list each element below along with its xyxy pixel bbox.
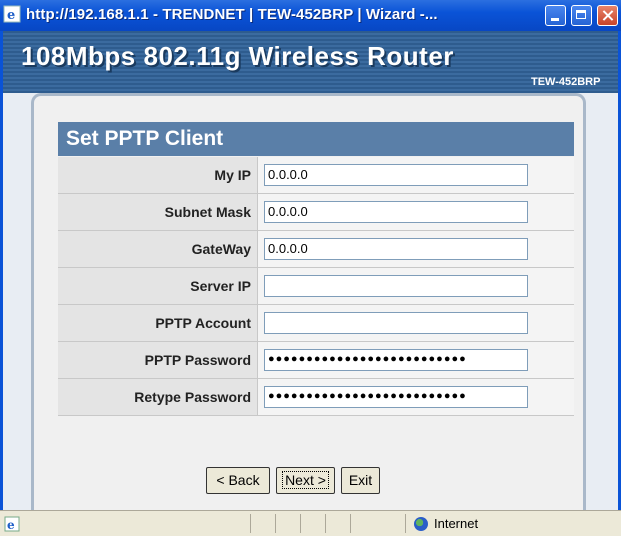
- page-icon: e: [4, 516, 20, 532]
- subnet-mask-input[interactable]: 0.0.0.0: [264, 201, 528, 223]
- next-button-label: Next >: [282, 471, 329, 489]
- form-row-subnet-mask: Subnet Mask 0.0.0.0: [58, 194, 574, 231]
- product-title: 108Mbps 802.11g Wireless Router: [21, 41, 454, 71]
- window-title: http://192.168.1.1 - TRENDNET | TEW-452B…: [26, 6, 438, 23]
- svg-text:e: e: [7, 8, 15, 23]
- status-divider: [350, 514, 351, 533]
- server-ip-label: Server IP: [58, 268, 258, 304]
- form-row-my-ip: My IP 0.0.0.0: [58, 157, 574, 194]
- retype-password-input[interactable]: ●●●●●●●●●●●●●●●●●●●●●●●●●●: [264, 386, 528, 408]
- router-header-banner: 108Mbps 802.11g Wireless Router TEW-452B…: [3, 31, 618, 93]
- status-divider: [250, 514, 251, 533]
- form-row-retype-password: Retype Password ●●●●●●●●●●●●●●●●●●●●●●●●…: [58, 379, 574, 416]
- close-button[interactable]: [597, 5, 618, 26]
- status-divider: [300, 514, 301, 533]
- pptp-password-label: PPTP Password: [58, 342, 258, 378]
- section-title: Set PPTP Client: [66, 127, 224, 150]
- back-button[interactable]: < Back: [206, 467, 270, 494]
- pptp-form: My IP 0.0.0.0 Subnet Mask 0.0.0.0 GateWa…: [58, 157, 574, 416]
- internet-explorer-icon: e: [3, 5, 21, 23]
- status-divider: [325, 514, 326, 533]
- svg-text:e: e: [7, 518, 15, 532]
- maximize-button[interactable]: [571, 5, 592, 26]
- minimize-button[interactable]: [545, 5, 566, 26]
- server-ip-input[interactable]: [264, 275, 528, 297]
- window-titlebar: e http://192.168.1.1 - TRENDNET | TEW-45…: [0, 0, 621, 31]
- model-label: TEW-452BRP: [531, 76, 601, 88]
- status-divider: [405, 514, 406, 533]
- form-row-gateway: GateWay 0.0.0.0: [58, 231, 574, 268]
- status-bar: e Internet: [0, 510, 621, 536]
- next-button[interactable]: Next >: [276, 467, 335, 494]
- exit-button[interactable]: Exit: [341, 467, 380, 494]
- form-row-pptp-account: PPTP Account: [58, 305, 574, 342]
- security-zone-label: Internet: [434, 516, 479, 531]
- pptp-account-input[interactable]: [264, 312, 528, 334]
- section-header: Set PPTP Client: [58, 122, 574, 156]
- form-row-server-ip: Server IP: [58, 268, 574, 305]
- subnet-mask-label: Subnet Mask: [58, 194, 258, 230]
- status-divider: [275, 514, 276, 533]
- gateway-input[interactable]: 0.0.0.0: [264, 238, 528, 260]
- internet-zone-icon: [414, 517, 428, 531]
- retype-password-label: Retype Password: [58, 379, 258, 415]
- gateway-label: GateWay: [58, 231, 258, 267]
- my-ip-label: My IP: [58, 157, 258, 193]
- form-row-pptp-password: PPTP Password ●●●●●●●●●●●●●●●●●●●●●●●●●●: [58, 342, 574, 379]
- pptp-account-label: PPTP Account: [58, 305, 258, 341]
- page-content: 108Mbps 802.11g Wireless Router TEW-452B…: [0, 31, 621, 510]
- my-ip-input[interactable]: 0.0.0.0: [264, 164, 528, 186]
- pptp-password-input[interactable]: ●●●●●●●●●●●●●●●●●●●●●●●●●●: [264, 349, 528, 371]
